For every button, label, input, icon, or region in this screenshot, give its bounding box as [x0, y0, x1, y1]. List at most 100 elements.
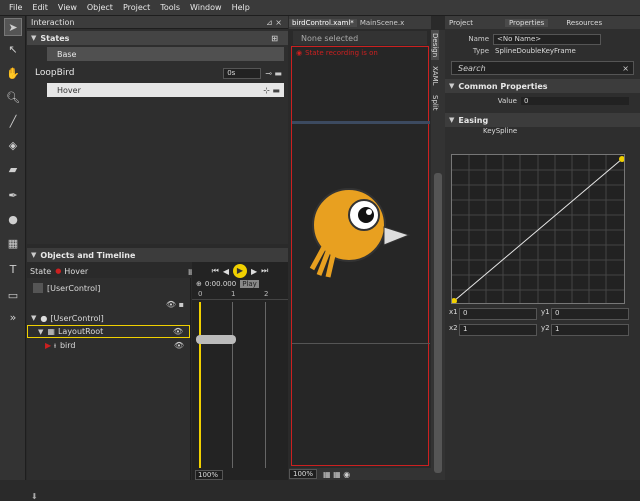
pin-icon[interactable]: ⊿ × — [266, 18, 282, 27]
time-ruler: 0 1 2 — [192, 290, 288, 300]
play-button[interactable]: ▶ — [233, 264, 247, 278]
tab-mainscene[interactable]: MainScene.x — [357, 19, 407, 27]
recording-marker-icon: ▶ — [45, 341, 52, 350]
tab-xaml[interactable]: XAML — [431, 64, 439, 88]
objects-timeline-panel: ▼ Objects and Timeline State ● Hover ▤ ⊿… — [27, 248, 288, 501]
collapse-icon: ▼ — [31, 34, 37, 42]
root-row[interactable]: [UserControl] — [27, 278, 190, 298]
prev-frame-icon[interactable]: ◀ — [223, 267, 229, 276]
bird-graphic[interactable] — [304, 177, 424, 287]
tab-birdcontrol[interactable]: birdControl.xaml* — [289, 18, 357, 27]
scrollbar[interactable] — [434, 173, 442, 473]
ellipse-icon[interactable]: ● — [4, 210, 22, 228]
transition-duration-field[interactable]: 0s — [223, 67, 262, 79]
tree-usercontrol[interactable]: ▼ ● [UserControl] — [27, 312, 190, 324]
add-state-group-icon[interactable]: ⊞ — [271, 34, 278, 43]
brush-icon[interactable]: ▰ — [4, 160, 22, 178]
first-frame-icon[interactable]: ⏮ — [212, 266, 219, 276]
artboard-edge — [292, 121, 430, 124]
arrow-select-icon[interactable]: ➤ — [4, 18, 22, 36]
controls-icon[interactable]: ▭ — [4, 286, 22, 304]
grid-layout-icon[interactable]: ▦ — [4, 234, 22, 252]
chevron-right-icon[interactable]: » — [4, 308, 22, 326]
y1-label: y1 — [541, 308, 550, 316]
record-keyframe-icon[interactable]: ⊕ — [196, 280, 202, 288]
artboard-edge — [292, 343, 430, 344]
ruler-label-0: 0 — [198, 290, 203, 298]
state-group-row[interactable]: LoopBird 0s ⊸ ▬ — [27, 65, 288, 81]
tree-layoutroot-label: LayoutRoot — [57, 327, 104, 336]
ruler-label-2: 2 — [264, 290, 269, 298]
time-display[interactable]: 0:00.000 — [205, 280, 236, 288]
artboard[interactable]: ◉ State recording is on — [291, 46, 430, 466]
pen-icon[interactable]: ✒ — [4, 186, 22, 204]
paint-bucket-icon[interactable]: ◈ — [4, 136, 22, 154]
menu-edit[interactable]: Edit — [27, 3, 53, 12]
name-row: Name <No Name> — [445, 33, 640, 45]
keyspline-label: KeySpline — [483, 127, 518, 135]
eye-icon[interactable]: 👁︎ — [173, 327, 183, 336]
next-frame-icon[interactable]: ▶ — [251, 267, 257, 276]
tab-project[interactable]: Project — [445, 19, 477, 27]
eye-icon[interactable]: 👁︎ — [174, 341, 184, 350]
time-gridline — [265, 302, 266, 468]
timeline-zoom[interactable]: 100% — [195, 470, 223, 480]
tree-bird[interactable]: ▶ ᵼ bird 👁︎ — [27, 339, 190, 352]
menu-file[interactable]: File — [4, 3, 27, 12]
menu-view[interactable]: View — [53, 3, 82, 12]
interaction-panel: Interaction ⊿ × ▼ States ⊞ Base LoopBird… — [27, 16, 288, 244]
tree-layoutroot[interactable]: ▼ ▦ LayoutRoot 👁︎ — [27, 325, 190, 338]
recording-indicator: ◉ State recording is on — [292, 47, 428, 59]
root-item-label: [UserControl] — [47, 283, 101, 293]
states-header[interactable]: ▼ States ⊞ — [27, 31, 288, 45]
y1-field[interactable]: 0 — [551, 308, 629, 320]
playback-controls: ⏮ ◀ ▶ ▶ ⏭ — [192, 264, 288, 278]
objects-header[interactable]: ▼ Objects and Timeline — [27, 248, 288, 262]
x1-field[interactable]: 0 — [459, 308, 537, 320]
state-value: Hover — [64, 266, 89, 276]
transition-icon[interactable]: ⊸ ▬ — [265, 69, 282, 78]
eyedropper-icon[interactable]: ╱ — [4, 112, 22, 130]
y2-label: y2 — [541, 324, 550, 332]
keyframe-bar[interactable] — [196, 335, 236, 344]
direct-select-icon[interactable]: ↖ — [4, 40, 22, 58]
menu-tools[interactable]: Tools — [155, 3, 185, 12]
pan-hand-icon[interactable]: ✋ — [4, 64, 22, 82]
keyspline-graph[interactable] — [451, 154, 625, 304]
grid-snap-icon[interactable]: ▦ ▦ ◉ — [323, 470, 350, 479]
tree-usercontrol-label: [UserControl] — [50, 313, 104, 323]
recording-text: State recording is on — [305, 49, 378, 57]
selection-breadcrumb[interactable]: None selected — [293, 31, 427, 45]
search-input[interactable]: Search × — [451, 61, 634, 75]
state-options-icon[interactable]: ⊹ ▬ — [263, 86, 280, 95]
x2-label: x2 — [449, 324, 458, 332]
zoom-icon[interactable]: 🔍︎ — [4, 88, 22, 106]
tab-properties[interactable]: Properties — [504, 18, 549, 27]
tab-split[interactable]: Split — [431, 92, 439, 114]
name-field[interactable]: <No Name> — [493, 33, 601, 45]
value-field[interactable]: 0 — [521, 97, 629, 105]
x2-field[interactable]: 1 — [459, 324, 537, 336]
visibility-lock-icons[interactable]: 👁︎ ▪ — [27, 298, 190, 310]
y2-field[interactable]: 1 — [551, 324, 629, 336]
collapse-icon: ▼ — [449, 82, 455, 90]
menu-object[interactable]: Object — [82, 3, 118, 12]
base-state[interactable]: Base — [47, 47, 284, 61]
down-arrow-icon[interactable]: ⬇ — [31, 492, 185, 501]
tab-resources[interactable]: Resources — [562, 19, 606, 27]
common-properties-header[interactable]: ▼ Common Properties — [445, 79, 640, 93]
hover-state[interactable]: Hover ⊹ ▬ — [47, 83, 284, 97]
object-tree: [UserControl] 👁︎ ▪ ▼ ● [UserControl] ▼ ▦… — [27, 278, 191, 501]
menu-window[interactable]: Window — [185, 3, 227, 12]
common-properties-title: Common Properties — [458, 81, 548, 91]
menu-project[interactable]: Project — [118, 3, 155, 12]
state-group-name: LoopBird — [35, 68, 75, 78]
last-frame-icon[interactable]: ⏭ — [261, 266, 268, 276]
close-icon[interactable]: × — [622, 64, 629, 73]
tab-design[interactable]: Design — [431, 30, 439, 60]
easing-header[interactable]: ▼ Easing — [445, 113, 640, 127]
playhead[interactable] — [199, 302, 201, 468]
menu-help[interactable]: Help — [227, 3, 255, 12]
text-tool-icon[interactable]: T — [4, 260, 22, 278]
doc-zoom[interactable]: 100% — [289, 469, 318, 479]
